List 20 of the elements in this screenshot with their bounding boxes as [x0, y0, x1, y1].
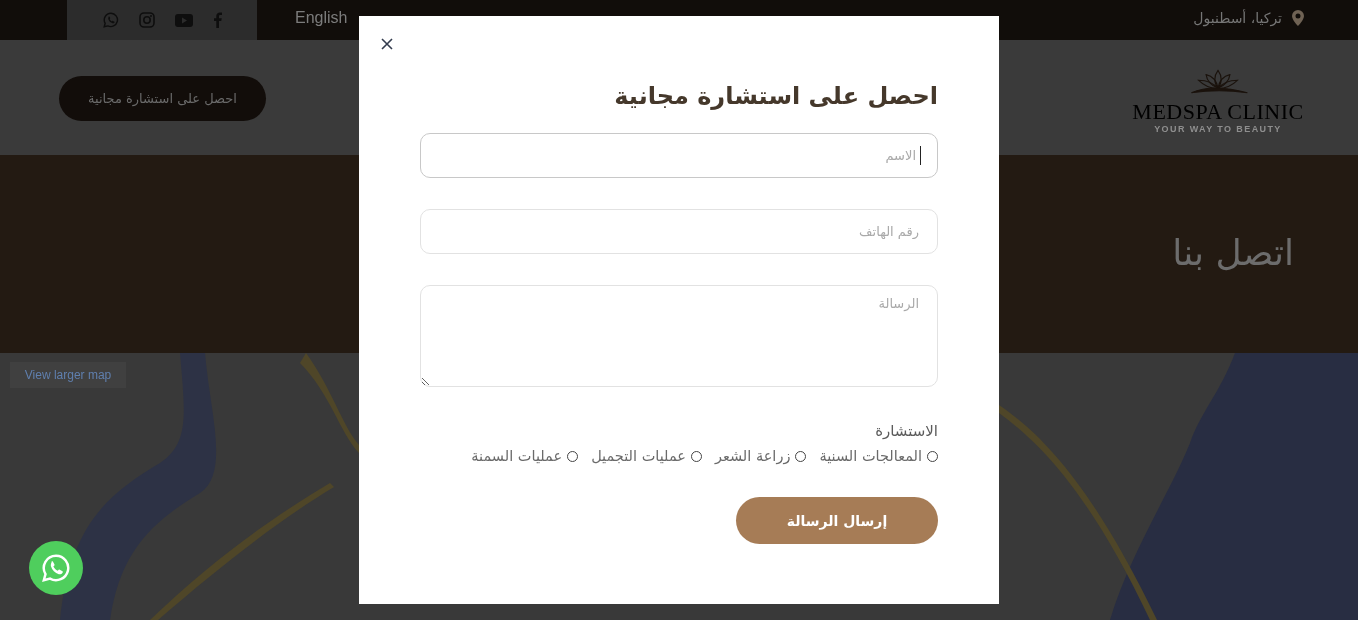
consultation-label: الاستشارة: [874, 421, 938, 441]
send-message-button[interactable]: إرسال الرسالة: [736, 497, 938, 544]
radio-label[interactable]: المعالجات السنية: [819, 446, 922, 466]
logo-tagline: YOUR WAY TO BEAUTY: [1154, 124, 1282, 135]
consultation-button[interactable]: احصل على استشارة مجانية: [59, 76, 266, 121]
language-link[interactable]: English: [295, 9, 348, 27]
dialog-title: احصل على استشارة مجانية: [613, 81, 938, 112]
whatsapp-icon: [41, 553, 71, 583]
logo-name: MEDSPA CLINIC: [1132, 100, 1304, 124]
page-title: اتصل بنا: [1172, 231, 1294, 275]
message-field[interactable]: الرسالة: [420, 285, 938, 387]
location-text: تركيا، أسطنبول: [1193, 10, 1282, 26]
location-pin-icon: [1292, 10, 1304, 26]
radio-label[interactable]: عمليات السمنة: [471, 446, 563, 466]
text-field[interactable]: الاسم: [420, 133, 938, 178]
close-icon: [381, 38, 393, 50]
text-cursor: [920, 146, 921, 165]
radio-label[interactable]: زراعة الشعر: [714, 446, 791, 466]
radio-label[interactable]: عمليات التجميل: [591, 446, 686, 466]
text-field[interactable]: رقم الهاتف: [420, 209, 938, 254]
